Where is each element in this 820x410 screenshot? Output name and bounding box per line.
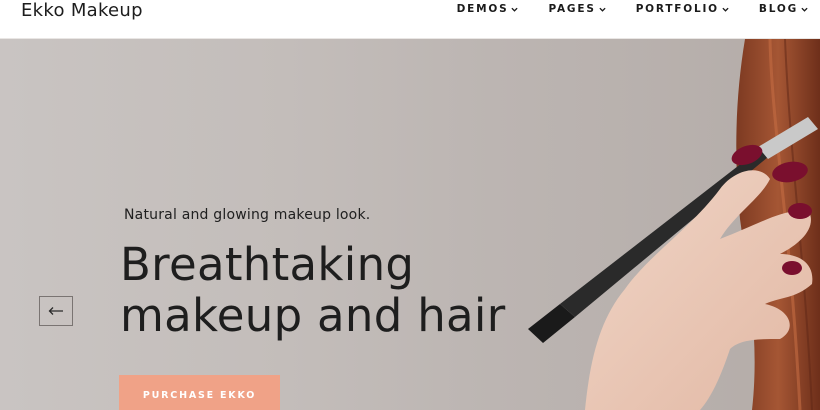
- hero-headline: Breathtaking makeup and hair: [120, 239, 506, 341]
- hero-subtitle: Natural and glowing makeup look.: [124, 207, 371, 223]
- nav-item-label: PORTFOLIO: [635, 3, 719, 15]
- chevron-down-icon: [722, 7, 729, 12]
- nav-item-label: BLOG: [758, 3, 798, 15]
- main-nav: DEMOS PAGES PORTFOLIO BLOG: [457, 3, 808, 15]
- prev-slide-button[interactable]: [39, 296, 73, 326]
- chevron-down-icon: [801, 7, 808, 12]
- nav-item-demos[interactable]: DEMOS: [457, 3, 519, 15]
- nav-item-label: DEMOS: [456, 3, 509, 15]
- nav-item-blog[interactable]: BLOG: [759, 3, 808, 15]
- chevron-down-icon: [599, 7, 606, 12]
- site-logo[interactable]: Ekko Makeup: [21, 0, 143, 21]
- arrow-left-icon: [48, 307, 63, 315]
- site-header: Ekko Makeup DEMOS PAGES PORTFOLIO BLOG: [0, 0, 820, 39]
- nav-item-label: PAGES: [548, 3, 596, 15]
- hero-photo: [528, 39, 820, 410]
- headline-line-2: makeup and hair: [120, 289, 506, 342]
- nav-item-portfolio[interactable]: PORTFOLIO: [636, 3, 729, 15]
- headline-line-1: Breathtaking: [120, 238, 415, 291]
- purchase-button[interactable]: PURCHASE EKKO: [119, 375, 280, 410]
- nav-item-pages[interactable]: PAGES: [548, 3, 606, 15]
- chevron-down-icon: [511, 7, 519, 12]
- hero-slider: Natural and glowing makeup look. Breatht…: [0, 39, 820, 410]
